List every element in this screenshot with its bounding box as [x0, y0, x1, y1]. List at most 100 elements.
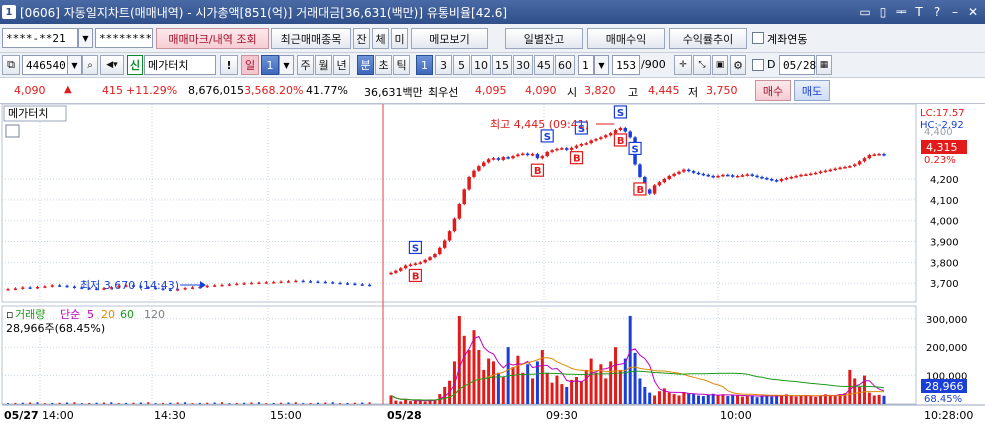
volume-bar	[346, 402, 349, 404]
interval-45[interactable]: 45	[534, 55, 554, 75]
stock-name-field[interactable]: 메가터치	[144, 55, 216, 75]
period-dropdown[interactable]: ▼	[279, 55, 294, 75]
trade-amount: 36,631백만	[364, 86, 423, 99]
candle-day2	[394, 270, 398, 273]
table-icon[interactable]	[5, 124, 20, 138]
volume-bar	[770, 396, 774, 404]
chevron-down-icon: ▼	[71, 60, 78, 70]
candle-day1	[36, 286, 40, 289]
chevron-down-icon: ▼	[283, 60, 290, 70]
minimize-icon[interactable]: –	[947, 3, 963, 20]
period-number[interactable]: 1	[261, 55, 279, 75]
candle-day2	[604, 135, 608, 138]
save-icon[interactable]: ▣	[712, 55, 728, 75]
volume-bar	[672, 394, 676, 404]
password-input[interactable]: ********	[95, 28, 153, 48]
volume-bar	[324, 402, 327, 404]
candle-day2	[408, 264, 413, 266]
trade-markers: BBBBBSSSSS	[180, 105, 647, 289]
daily-balance-button[interactable]: 일별잔고	[505, 28, 583, 49]
interval-10[interactable]: 10	[471, 55, 491, 75]
interval-5[interactable]: 5	[453, 55, 470, 75]
candle-day2	[623, 127, 628, 132]
buy-button[interactable]: 매수	[755, 80, 791, 101]
search-icon[interactable]: ⌕	[82, 55, 98, 75]
account-input[interactable]: ****-**21	[2, 28, 78, 48]
account-dropdown[interactable]: ▼	[78, 28, 93, 48]
chart-area[interactable]: 3,700 3,800 3,900 4,000 4,100 4,200 100,000 200…	[0, 103, 985, 425]
interval-15[interactable]: 15	[492, 55, 512, 75]
candle-day2	[872, 154, 876, 156]
up-arrow-icon: ▲	[64, 84, 72, 95]
interval-30[interactable]: 30	[513, 55, 533, 75]
pin-icon[interactable]: ᆍ	[893, 3, 909, 20]
stock-code-input[interactable]: 446540	[22, 55, 68, 75]
candle-day2	[501, 157, 506, 160]
close-icon[interactable]: ✕	[965, 3, 981, 20]
volume-tick-label: 200,000	[926, 343, 967, 354]
volume-bar	[760, 395, 764, 404]
period-month[interactable]: 월	[315, 55, 332, 75]
period-week[interactable]: 주	[297, 55, 314, 75]
alert-button[interactable]: !	[220, 55, 238, 75]
interval-3[interactable]: 3	[435, 55, 452, 75]
candle-day2	[667, 175, 671, 180]
return-trend-button[interactable]: 수익률추이	[669, 28, 747, 49]
split-icon[interactable]: ▯	[875, 3, 891, 20]
candle-day2	[486, 159, 491, 163]
recent-trades-button[interactable]: 최근매매종목	[271, 28, 351, 49]
high-price: 4,445	[648, 84, 680, 97]
period-day-button[interactable]: 일	[241, 55, 259, 75]
font-icon[interactable]: T	[911, 3, 927, 20]
volume-bar	[206, 402, 209, 404]
layout-icon[interactable]: ▭	[857, 3, 873, 20]
memo-button[interactable]: 메모보기	[411, 28, 488, 49]
candle-day1	[72, 286, 76, 289]
interval-60[interactable]: 60	[555, 55, 575, 75]
candle-day2	[843, 166, 847, 169]
candle-day2	[574, 145, 579, 148]
calendar-icon[interactable]: ▦	[816, 55, 832, 75]
period-tick[interactable]: 틱	[393, 55, 410, 75]
count-select[interactable]: 1	[578, 55, 594, 75]
help-icon[interactable]: ?	[929, 3, 945, 20]
volume-bar	[198, 402, 201, 404]
count-dropdown[interactable]: ▼	[594, 55, 609, 75]
filled-button[interactable]: 체	[372, 28, 389, 49]
interval-1[interactable]: 1	[416, 55, 433, 75]
candle-day2	[701, 173, 706, 176]
lc-label: LC:17.57	[920, 108, 965, 119]
candle-day2	[608, 133, 613, 136]
volume: 8,676,015	[188, 84, 244, 97]
low-price: 3,750	[706, 84, 738, 97]
open-label: 시	[567, 86, 578, 99]
crosshair-icon[interactable]: ✛	[674, 55, 692, 75]
candle-day2	[521, 153, 525, 156]
candle-day2	[882, 154, 886, 156]
unfilled-button[interactable]: 미	[391, 28, 408, 49]
stock-code-dropdown[interactable]: ▼	[67, 55, 82, 75]
candle-day2	[691, 171, 696, 173]
trade-profit-button[interactable]: 매매수익	[587, 28, 665, 49]
volume-bar	[697, 395, 701, 404]
linked-account-checkbox[interactable]	[752, 32, 764, 44]
volume-bar	[423, 401, 427, 404]
period-second[interactable]: 초	[375, 55, 392, 75]
draw-line-icon[interactable]: ⤡	[693, 55, 711, 75]
candle-day1	[360, 284, 364, 286]
period-minute[interactable]: 분	[357, 55, 374, 75]
volume-bar	[7, 403, 9, 404]
layout-toggle-icon[interactable]: ⧉	[2, 55, 20, 75]
trade-marks-button[interactable]: 매매마크/내역 조회	[156, 28, 269, 49]
balance-button[interactable]: 잔	[353, 28, 370, 49]
speaker-icon[interactable]: ◀▾	[100, 55, 124, 75]
window-number[interactable]: 1	[2, 5, 16, 19]
candlestick-chart[interactable]: 3,7003,8003,9004,0004,1004,200100,000200…	[0, 103, 985, 425]
time-tick-label: 10:00	[720, 409, 752, 422]
date-checkbox[interactable]	[752, 59, 764, 71]
date-input[interactable]: 05/28	[779, 55, 816, 75]
count-input[interactable]: 153	[612, 55, 640, 75]
sell-button[interactable]: 매도	[794, 80, 830, 101]
gear-icon[interactable]: ⚙	[730, 55, 746, 75]
period-year[interactable]: 년	[333, 55, 350, 75]
